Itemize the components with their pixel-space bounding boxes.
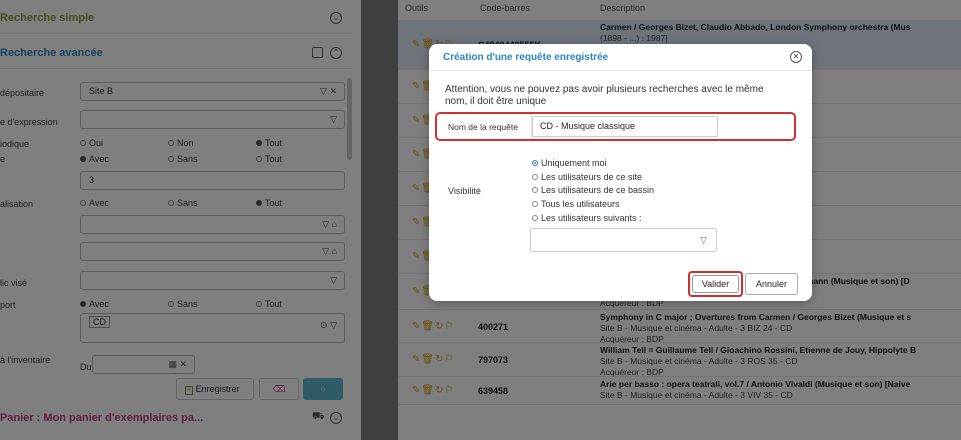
visibility-label: Visibilité bbox=[448, 186, 481, 196]
visibility-option-site[interactable]: Les utilisateurs de ce site bbox=[532, 172, 642, 182]
query-name-row: Nom de la requête CD - Musique classique bbox=[435, 112, 796, 141]
radio-icon bbox=[532, 174, 538, 180]
radio-icon bbox=[532, 215, 538, 221]
close-icon[interactable]: ✕ bbox=[790, 51, 802, 63]
divider bbox=[429, 70, 812, 71]
dialog-title: Création d'une requête enregistrée bbox=[443, 52, 609, 63]
radio-icon bbox=[532, 160, 538, 166]
cancel-button[interactable]: Annuler bbox=[745, 273, 798, 295]
visibility-option-bassin[interactable]: Les utilisateurs de ce bassin bbox=[532, 185, 654, 195]
visibility-option-me[interactable]: Uniquement moi bbox=[532, 158, 607, 168]
radio-icon bbox=[532, 187, 538, 193]
warning-text: Attention, vous ne pouvez pas avoir plus… bbox=[445, 84, 764, 107]
visibility-option-all[interactable]: Tous les utilisateurs bbox=[532, 199, 620, 209]
query-name-label: Nom de la requête bbox=[448, 122, 518, 132]
visibility-option-following[interactable]: Les utilisateurs suivants : bbox=[532, 213, 642, 223]
save-query-dialog: Création d'une requête enregistrée ✕ Att… bbox=[429, 44, 812, 301]
validate-button[interactable]: Valider bbox=[692, 275, 739, 293]
users-select[interactable]: ▽ bbox=[530, 228, 717, 252]
filter-icon: ▽ bbox=[700, 235, 707, 245]
radio-icon bbox=[532, 201, 538, 207]
query-name-input[interactable]: CD - Musique classique bbox=[532, 116, 718, 137]
validate-highlight: Valider bbox=[688, 271, 743, 297]
